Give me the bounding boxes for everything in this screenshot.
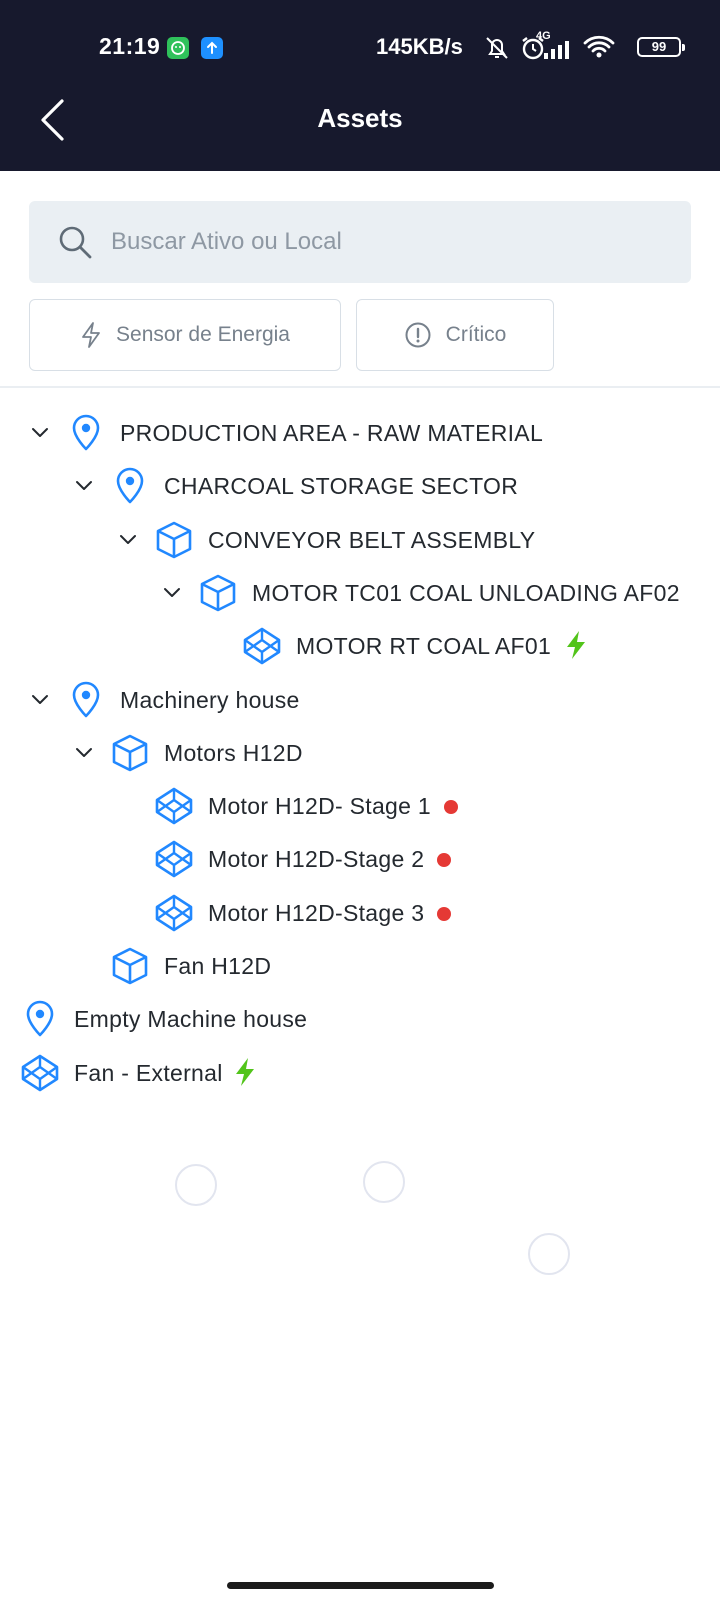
divider (0, 386, 720, 388)
home-indicator[interactable] (227, 1582, 494, 1589)
location-pin-icon (110, 466, 150, 506)
tree-item-label: CONVEYOR BELT ASSEMBLY (208, 526, 536, 553)
tree-item[interactable]: Fan H12D (0, 941, 720, 993)
tree-item[interactable]: MOTOR TC01 COAL UNLOADING AF02 (0, 568, 720, 620)
location-pin-icon (66, 413, 106, 453)
critical-filter-label: Crítico (445, 323, 507, 346)
tree-item[interactable]: Machinery house (0, 675, 720, 727)
tree-item-label: Motor H12D-Stage 2 (208, 846, 425, 873)
chevron-down-icon[interactable] (30, 423, 50, 443)
signal-icon (544, 41, 569, 59)
mute-icon (486, 37, 508, 59)
critical-filter-button[interactable]: Crítico (356, 299, 554, 371)
alert-circle-icon (404, 321, 432, 349)
tree-item[interactable]: Empty Machine house (0, 994, 720, 1046)
chevron-down-icon[interactable] (74, 476, 94, 496)
component-icon (20, 1053, 60, 1093)
location-pin-icon (66, 680, 106, 720)
chevron-down-icon[interactable] (30, 690, 50, 710)
tree-item-label: MOTOR TC01 COAL UNLOADING AF02 (252, 579, 680, 606)
energy-bolt-icon (234, 1056, 256, 1093)
loading-indicator (528, 1233, 570, 1275)
chevron-down-icon[interactable] (74, 743, 94, 763)
tree-item-label: Motors H12D (164, 739, 303, 766)
tree-item-label: CHARCOAL STORAGE SECTOR (164, 473, 519, 500)
critical-status-dot (444, 800, 459, 815)
component-icon (154, 786, 194, 826)
tree-item[interactable]: Motors H12D (0, 728, 720, 780)
asset-cube-icon (110, 733, 150, 773)
upload-icon (201, 37, 223, 59)
status-bar: 21:19 145KB/s 4G (0, 28, 720, 68)
tree-item[interactable]: PRODUCTION AREA - RAW MATERIAL (0, 408, 720, 460)
loading-indicator (175, 1164, 217, 1206)
page-title: Assets (317, 103, 403, 133)
tree-item[interactable]: Motor H12D-Stage 3 (0, 888, 720, 940)
chevron-down-icon[interactable] (162, 583, 182, 603)
bolt-outline-icon (80, 321, 102, 349)
status-time: 21:19 (99, 33, 161, 59)
tree-item-label: Fan H12D (164, 953, 272, 979)
tree-item-label: Machinery house (120, 686, 300, 713)
tree-item-label: Motor H12D-Stage 3 (208, 899, 425, 926)
wifi-icon (583, 35, 615, 58)
critical-status-dot (437, 853, 452, 868)
app-notification-icon (167, 37, 189, 59)
location-pin-icon (20, 999, 60, 1039)
component-icon (242, 626, 282, 666)
network-speed: 145KB/s (376, 34, 463, 59)
tree-item[interactable]: Fan - External (0, 1048, 720, 1100)
tree-item[interactable]: CONVEYOR BELT ASSEMBLY (0, 515, 720, 567)
search-input[interactable] (111, 201, 671, 283)
energy-sensor-filter-button[interactable]: Sensor de Energia (29, 299, 341, 371)
asset-cube-icon (110, 946, 150, 986)
energy-bolt-icon (565, 629, 587, 666)
tree-item[interactable]: Motor H12D-Stage 2 (0, 834, 720, 886)
component-icon (154, 839, 194, 879)
search-box[interactable] (29, 201, 691, 283)
tree-item-label: Fan - External (74, 1059, 223, 1086)
tree-item[interactable]: MOTOR RT COAL AF01 (0, 621, 720, 673)
tree-item-label: Motor H12D- Stage 1 (208, 793, 432, 820)
tree-item-label: PRODUCTION AREA - RAW MATERIAL (120, 420, 544, 446)
energy-sensor-filter-label: Sensor de Energia (116, 323, 290, 346)
loading-indicator (363, 1161, 405, 1203)
search-icon (59, 226, 92, 259)
asset-cube-icon (154, 520, 194, 560)
tree-item-label: MOTOR RT COAL AF01 (296, 633, 552, 660)
tree-item[interactable]: Motor H12D- Stage 1 (0, 781, 720, 833)
chevron-down-icon[interactable] (118, 530, 138, 550)
critical-status-dot (437, 906, 452, 921)
tree-item[interactable]: CHARCOAL STORAGE SECTOR (0, 461, 720, 513)
component-icon (154, 893, 194, 933)
asset-cube-icon (198, 573, 238, 613)
app-header: 21:19 145KB/s 4G 99 Assets (0, 0, 720, 171)
tree-item-label: Empty Machine house (74, 1006, 308, 1033)
battery-icon: 99 (637, 37, 685, 57)
